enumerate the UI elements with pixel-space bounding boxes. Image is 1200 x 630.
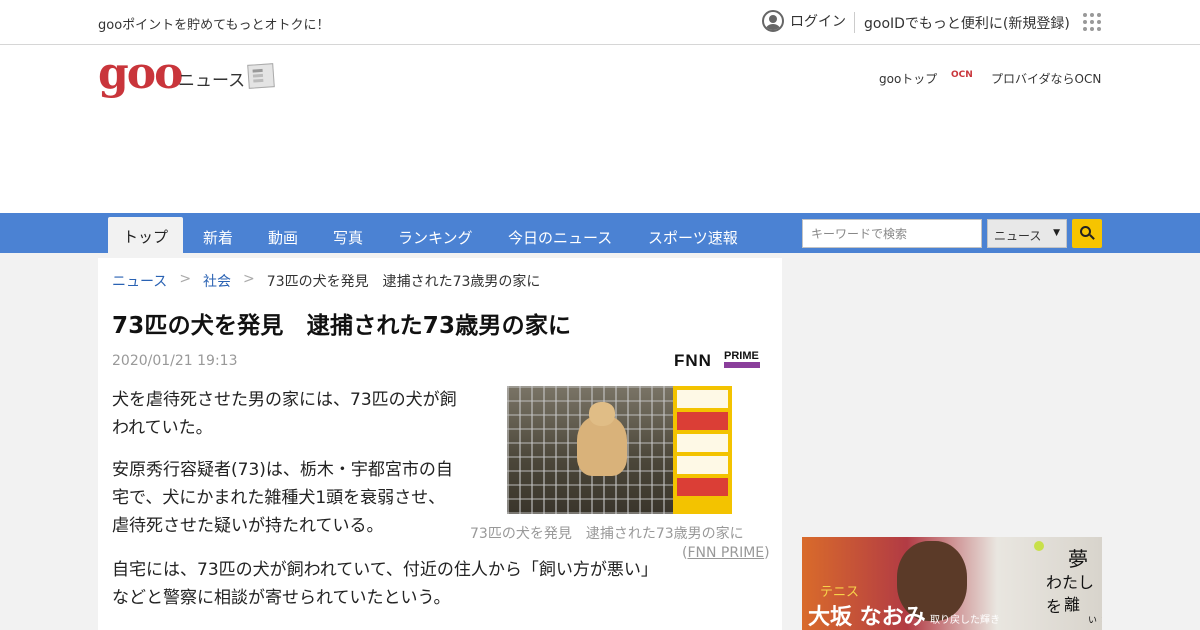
news-headlines-panel [673,386,732,514]
article-card: ニュース > 社会 > 73匹の犬を発見 逮捕された73歳男の家に 73匹の犬を… [98,258,782,630]
search-input[interactable] [802,219,982,248]
nav-tab-top[interactable]: トップ [108,217,184,253]
article-paragraph-1: 犬を虐待死させた男の家には、73匹の犬が飼われていた。 [112,390,457,438]
ocn-provider-link[interactable]: プロバイダならOCN [991,70,1101,87]
caret-down-icon: ▼ [1053,228,1060,238]
main-nav: トップ 新着 動画 写真 ランキング 今日のニュース スポーツ速報 ニュース ▼ [0,213,1200,253]
breadcrumb-separator: > [243,271,255,287]
breadcrumb-separator: > [179,271,192,287]
login-label: ログイン [790,14,846,30]
dog-image [577,402,627,476]
breadcrumb: ニュース > 社会 > 73匹の犬を発見 逮捕された73歳男の家に [112,271,540,291]
nav-tab-sports[interactable]: スポーツ速報 [648,227,738,248]
register-link[interactable]: gooIDでもっと便利に(新規登録) [864,13,1070,33]
search-button[interactable] [1072,219,1102,248]
ad-tag: テニス [820,585,860,600]
article-headline: 73匹の犬を発見 逮捕された73歳男の家に [112,313,572,339]
breadcrumb-current: 73匹の犬を発見 逮捕された73歳男の家に [266,274,541,290]
photo-caption: 73匹の犬を発見 逮捕された73歳男の家に [470,526,744,542]
nav-tab-video[interactable]: 動画 [268,227,298,248]
article-paragraph-2: 安原秀行容疑者(73)は、栃木・宇都宮市の自宅で、犬にかまれた雑種犬1頭を衰弱さ… [112,460,453,536]
article-date: 2020/01/21 19:13 [112,353,238,369]
fnn-logo-word: PRIME [724,350,759,362]
ad-copy: さない [1086,615,1102,624]
cage-image [507,386,673,514]
news-section-label[interactable]: ニュース [178,66,245,91]
breadcrumb-society[interactable]: 社会 [203,271,231,291]
divider [854,12,855,33]
nav-tab-today[interactable]: 今日のニュース [508,227,612,248]
caption-source-link[interactable]: FNN PRIME [687,545,764,561]
ad-athlete-name: 大坂 なおみ [808,605,926,630]
nav-tab-ranking[interactable]: ランキング [398,227,473,248]
top-bar: gooポイントを貯めてもっとオトクに！ ログイン gooIDでもっと便利に(新規… [0,0,1200,45]
newspaper-icon [247,63,275,89]
ocn-logo-icon: OCN [951,70,973,80]
points-promo-link[interactable]: gooポイントを貯めてもっとオトクに！ [98,14,330,33]
ad-copy: 離 [1064,595,1081,614]
search-category-value: ニュース [994,229,1042,243]
fnn-logo-letters: FNN [674,351,712,370]
ad-subtitle: 取り戻した輝き [930,615,1000,626]
ad-copy: 夢 [1068,547,1088,571]
article-photo[interactable] [507,386,732,514]
login-link[interactable]: ログイン [762,10,846,32]
apps-grid-icon[interactable] [1083,13,1101,31]
search-category-select[interactable]: ニュース ▼ [987,219,1067,248]
fnn-prime-logo[interactable]: FNN PRIME [674,350,762,370]
side-ad-banner[interactable]: テニス 大坂 なおみ 取り戻した輝き 夢 わたしを 離 さない [802,537,1102,630]
tennis-ball-icon [1034,541,1044,551]
goo-logo[interactable]: goo [98,52,183,96]
photo-caption-source: (FNN PRIME) [682,545,770,561]
user-icon [762,10,784,32]
breadcrumb-news[interactable]: ニュース [112,271,167,291]
article-paragraph-3: 自宅には、73匹の犬が飼われていて、付近の住人から「飼い方が悪い」などと警察に相… [112,560,658,608]
nav-tab-photo[interactable]: 写真 [333,227,363,248]
nav-tab-new[interactable]: 新着 [203,227,233,248]
goo-top-link[interactable]: gooトップ [879,70,937,87]
